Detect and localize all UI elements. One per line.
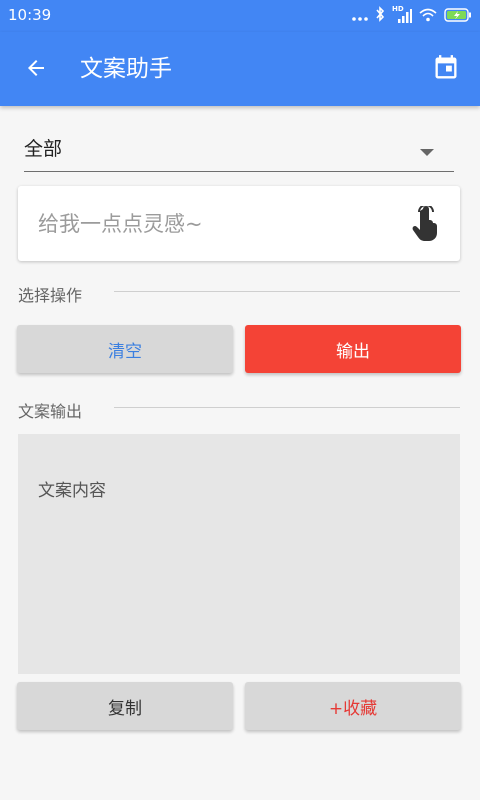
operation-section-divider bbox=[114, 291, 460, 292]
status-icons: HD bbox=[352, 5, 472, 26]
touch-hand-icon[interactable] bbox=[410, 204, 440, 242]
operation-section-label: 选择操作 bbox=[18, 286, 83, 305]
output-content: 文案内容 bbox=[38, 481, 106, 501]
inspiration-card bbox=[18, 186, 460, 261]
favorite-button[interactable]: +收藏 bbox=[245, 682, 461, 730]
category-dropdown[interactable]: 全部 bbox=[24, 124, 454, 172]
output-button[interactable]: 输出 bbox=[245, 325, 461, 373]
calendar-button[interactable] bbox=[426, 48, 466, 92]
caret-down-icon bbox=[420, 142, 434, 161]
app-bar: 文案助手 bbox=[0, 32, 480, 106]
output-section-label: 文案输出 bbox=[18, 402, 83, 421]
dropdown-selected-value: 全部 bbox=[24, 138, 63, 160]
status-time: 10:39 bbox=[8, 6, 52, 24]
signal-icon: HD bbox=[392, 5, 412, 24]
wifi-icon bbox=[419, 7, 437, 26]
copy-button[interactable]: 复制 bbox=[17, 682, 233, 730]
output-text-area[interactable]: 文案内容 bbox=[18, 434, 460, 674]
clear-button[interactable]: 清空 bbox=[17, 325, 233, 373]
inspiration-input[interactable] bbox=[38, 186, 408, 261]
more-dots-icon bbox=[352, 7, 368, 26]
page-title: 文案助手 bbox=[80, 56, 172, 82]
battery-icon bbox=[444, 7, 472, 26]
status-bar: 10:39 HD bbox=[0, 0, 480, 32]
calendar-icon bbox=[432, 54, 460, 86]
bluetooth-icon bbox=[375, 6, 385, 26]
back-button[interactable] bbox=[14, 48, 58, 92]
arrow-left-icon bbox=[24, 56, 48, 84]
output-section-divider bbox=[114, 407, 460, 408]
